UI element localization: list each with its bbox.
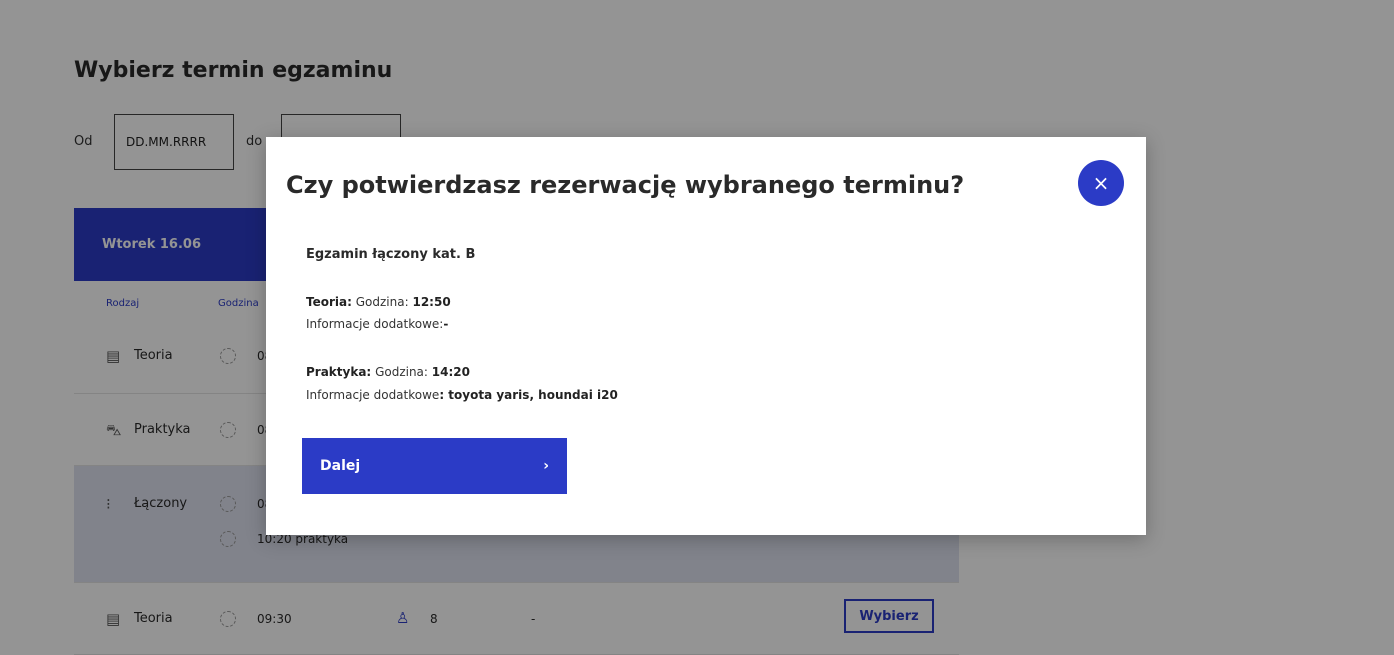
theory-hour-line: Teoria: Godzina: 12:50 [306, 295, 451, 309]
theory-hour: 12:50 [412, 295, 451, 309]
practice-hour: 14:20 [431, 365, 470, 379]
chevron-right-icon: › [543, 458, 549, 474]
theory-info-label: Informacje dodatkowe: [306, 317, 444, 331]
close-button[interactable]: × [1078, 160, 1124, 206]
practice-info: : toyota yaris, houndai i20 [439, 388, 618, 402]
theory-hour-label: Godzina: [355, 295, 409, 309]
theory-info: - [443, 317, 449, 331]
practice-info-label: Informacje dodatkowe [306, 388, 440, 402]
practice-info-line: Informacje dodatkowe: toyota yaris, houn… [306, 388, 618, 402]
theory-info-line: Informacje dodatkowe:- [306, 317, 448, 331]
close-icon: × [1092, 171, 1110, 195]
practice-label: Praktyka: [306, 365, 372, 379]
practice-hour-line: Praktyka: Godzina: 14:20 [306, 365, 470, 379]
theory-label: Teoria: [306, 295, 352, 309]
next-button[interactable]: Dalej › [302, 438, 567, 494]
modal-title: Czy potwierdzasz rezerwację wybranego te… [286, 171, 965, 199]
exam-name: Egzamin łączony kat. B [306, 247, 476, 262]
next-button-label: Dalej [320, 458, 361, 474]
confirmation-modal: Czy potwierdzasz rezerwację wybranego te… [266, 137, 1146, 535]
practice-hour-label: Godzina: [375, 365, 428, 379]
